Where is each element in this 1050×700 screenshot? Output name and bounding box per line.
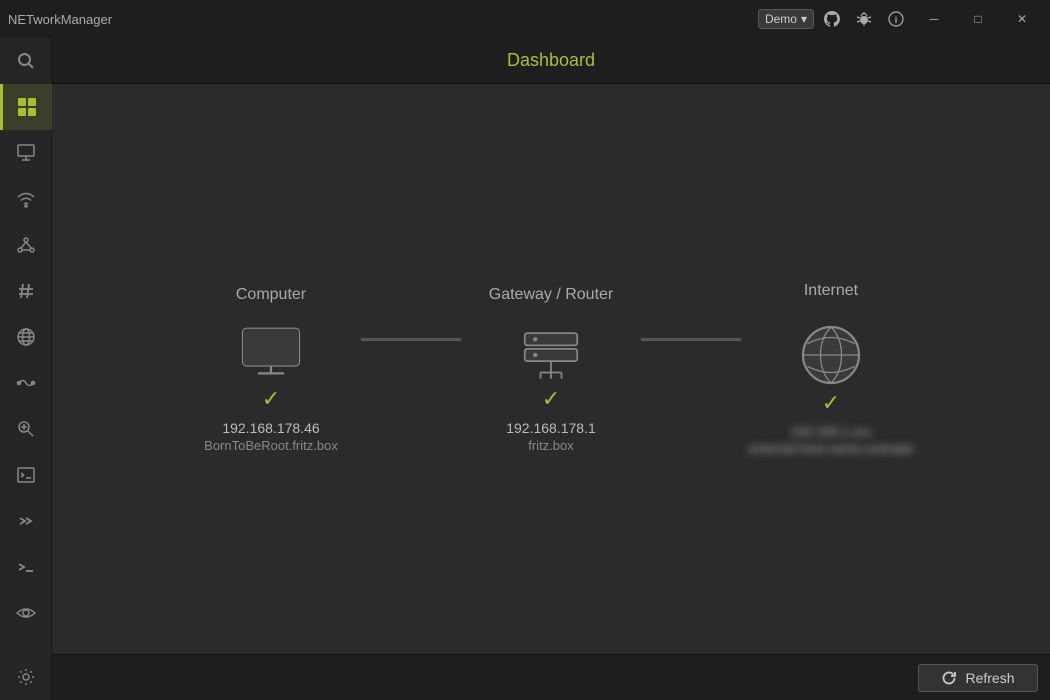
sidebar-item-lookup[interactable] (0, 406, 52, 452)
internet-node-icon (796, 320, 866, 390)
dropdown-arrow-icon: ▾ (801, 12, 807, 26)
internet-name: external-host-name.example (749, 441, 914, 456)
bug-icon (856, 11, 872, 27)
sidebar-item-wifi[interactable] (0, 176, 52, 222)
sidebar-item-monitor[interactable] (0, 590, 52, 636)
demo-dropdown[interactable]: Demo ▾ (758, 9, 814, 29)
content: Dashboard Computer ✓ 192.168.178.46 Born… (52, 38, 1050, 700)
titlebar-right: Demo ▾ i (758, 5, 1042, 33)
internet-ip: 192.168.1.xxx (791, 424, 872, 439)
close-button[interactable]: ✕ (1002, 5, 1042, 33)
minimize-button[interactable]: ─ (914, 5, 954, 33)
refresh-label: Refresh (965, 670, 1014, 686)
internet-node: Internet ✓ 192.168.1.xxx extern (741, 282, 921, 456)
gateway-label: Gateway / Router (489, 286, 614, 304)
sidebar-item-dashboard[interactable] (0, 84, 52, 130)
main-area: Computer ✓ 192.168.178.46 BornToBeRoot.f… (52, 84, 1050, 654)
footer-bar: Refresh (52, 654, 1050, 700)
computer-status-icon: ✓ (262, 386, 280, 412)
sidebar-item-network[interactable] (0, 130, 52, 176)
eye-icon (16, 603, 36, 623)
github-icon (824, 11, 840, 27)
sidebar-item-hashtag[interactable] (0, 268, 52, 314)
settings-icon (16, 667, 36, 687)
computer-node-icon (236, 324, 306, 386)
search-icon (16, 51, 36, 71)
connector-line-1 (361, 338, 461, 341)
github-icon-btn[interactable] (818, 5, 846, 33)
refresh-button[interactable]: Refresh (918, 664, 1038, 692)
hashtag-icon (16, 281, 36, 301)
sidebar-item-cli[interactable] (0, 544, 52, 590)
terminal-icon (16, 465, 36, 485)
sidebar-item-topology[interactable] (0, 222, 52, 268)
internet-label: Internet (804, 282, 858, 300)
header-bar: Dashboard (52, 38, 1050, 84)
lookup-icon (16, 419, 36, 439)
sidebar-item-powershell[interactable] (0, 498, 52, 544)
sidebar-item-search[interactable] (0, 38, 52, 84)
sidebar-item-connections[interactable] (0, 360, 52, 406)
computer-ip: 192.168.178.46 (222, 420, 319, 436)
bug-icon-btn[interactable] (850, 5, 878, 33)
gateway-node-icon (516, 324, 586, 386)
network-diagram: Computer ✓ 192.168.178.46 BornToBeRoot.f… (72, 282, 1030, 456)
sidebar-item-dns[interactable] (0, 314, 52, 360)
dashboard-icon (17, 97, 37, 117)
titlebar: NETworkManager Demo ▾ (0, 0, 1050, 38)
powershell-icon (16, 511, 36, 531)
sidebar-bottom (0, 654, 52, 700)
info-icon: i (888, 11, 904, 27)
gateway-status-icon: ✓ (542, 386, 560, 412)
cli-icon (16, 557, 36, 577)
globe-small-icon (16, 327, 36, 347)
sidebar (0, 38, 52, 700)
app-body: Dashboard Computer ✓ 192.168.178.46 Born… (0, 38, 1050, 700)
page-title: Dashboard (507, 50, 595, 71)
app-title: NETworkManager (8, 12, 112, 27)
computer-node: Computer ✓ 192.168.178.46 BornToBeRoot.f… (181, 286, 361, 453)
refresh-icon (941, 670, 957, 686)
computer-name: BornToBeRoot.fritz.box (204, 438, 338, 453)
gateway-node: Gateway / Router ✓ 192.168.1 (461, 286, 641, 453)
connector-line-2 (641, 338, 741, 341)
gateway-ip: 192.168.178.1 (506, 420, 596, 436)
gateway-name: fritz.box (528, 438, 574, 453)
info-icon-btn[interactable]: i (882, 5, 910, 33)
connections-icon (16, 373, 36, 393)
topology-icon (16, 235, 36, 255)
internet-status-icon: ✓ (822, 390, 840, 416)
svg-text:i: i (895, 15, 898, 25)
sidebar-item-settings[interactable] (0, 654, 52, 700)
demo-label: Demo (765, 12, 797, 26)
wifi-icon (16, 189, 36, 209)
computer-icon (16, 143, 36, 163)
maximize-button[interactable]: □ (958, 5, 998, 33)
sidebar-item-terminal[interactable] (0, 452, 52, 498)
computer-label: Computer (236, 286, 306, 304)
